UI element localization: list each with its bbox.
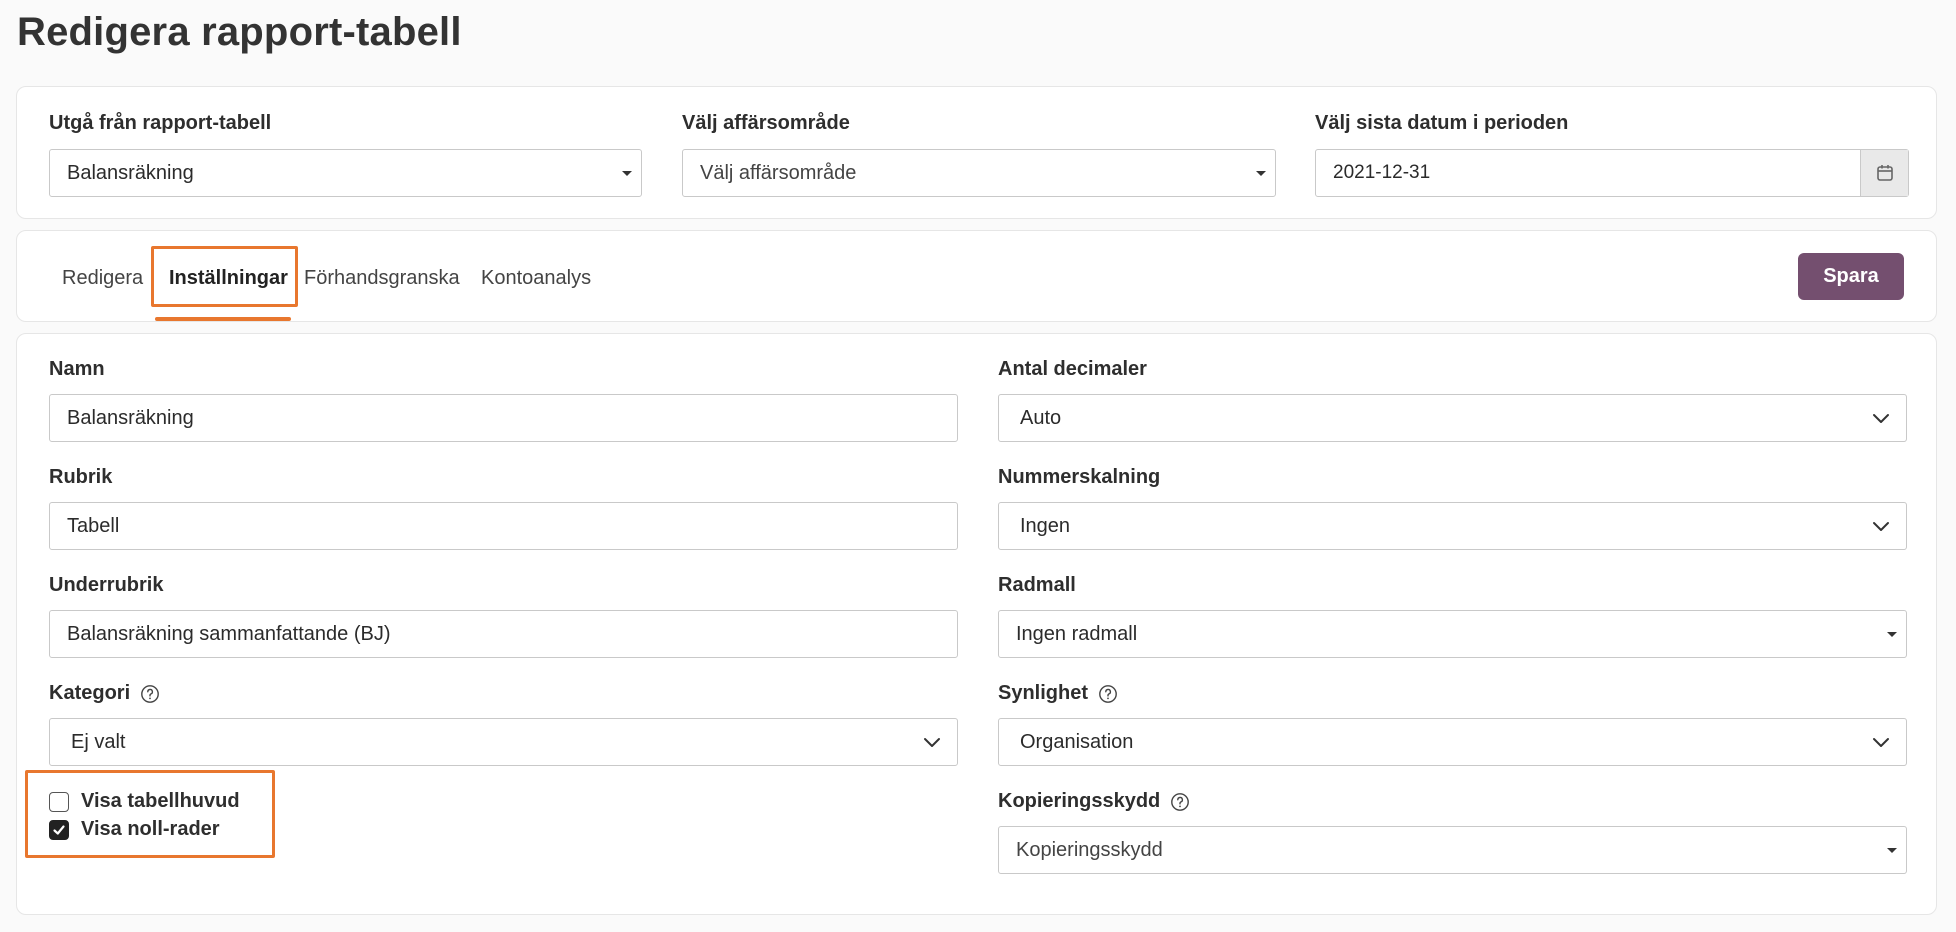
copy-protection-label: Kopieringsskydd: [998, 790, 1161, 812]
category-label: Kategori: [49, 682, 131, 704]
tab-highlight-box: [151, 246, 298, 307]
period-date-label: Välj sista datum i perioden: [1315, 112, 1569, 134]
chevron-down-icon: [1873, 738, 1889, 747]
settings-form-card: Namn Balansräkning Rubrik Tabell Underru…: [16, 333, 1937, 915]
help-circle-icon[interactable]: [1170, 792, 1190, 812]
business-area-label: Välj affärsområde: [682, 112, 850, 134]
subheading-field[interactable]: Balansräkning sammanfattande (BJ): [49, 610, 958, 658]
calendar-button[interactable]: [1860, 150, 1908, 196]
caret-down-icon: [1887, 847, 1897, 853]
caret-down-icon: [1256, 170, 1266, 176]
tabs-card: Redigera Inställningar Förhandsgranska K…: [16, 230, 1937, 322]
show-zero-rows-checkbox-row[interactable]: Visa noll-rader: [49, 818, 220, 841]
period-date-value: 2021-12-31: [1333, 162, 1431, 183]
chevron-down-icon: [1873, 414, 1889, 423]
scaling-value: Ingen: [1020, 514, 1071, 537]
row-template-value: Ingen radmall: [1016, 622, 1138, 645]
name-label: Namn: [49, 358, 105, 380]
save-button[interactable]: Spara: [1798, 253, 1904, 300]
visibility-value: Organisation: [1020, 730, 1134, 753]
decimals-value: Auto: [1020, 406, 1062, 429]
subheading-value: Balansräkning sammanfattande (BJ): [67, 622, 391, 645]
visibility-label: Synlighet: [998, 682, 1089, 704]
name-field[interactable]: Balansräkning: [49, 394, 958, 442]
checkmark-icon: [53, 824, 65, 835]
show-header-checkbox[interactable]: [49, 791, 69, 812]
name-value: Balansräkning: [67, 406, 194, 429]
subheading-label: Underrubrik: [49, 574, 164, 596]
page-title: Redigera rapport-tabell: [17, 10, 462, 54]
heading-label: Rubrik: [49, 466, 113, 488]
show-zero-rows-checkbox[interactable]: [49, 819, 69, 840]
category-label-row: Kategori: [49, 682, 160, 705]
chevron-down-icon: [1873, 522, 1889, 531]
caret-down-icon: [622, 170, 632, 176]
tab-forhandsgranska[interactable]: Förhandsgranska: [304, 265, 460, 291]
tab-kontoanalys[interactable]: Kontoanalys: [481, 265, 591, 291]
heading-field[interactable]: Tabell: [49, 502, 958, 550]
period-date-input[interactable]: 2021-12-31: [1315, 149, 1909, 197]
visibility-select[interactable]: Organisation: [998, 718, 1907, 766]
checkbox-highlight-box: [25, 770, 275, 858]
category-select[interactable]: Ej valt: [49, 718, 958, 766]
heading-value: Tabell: [67, 514, 120, 537]
active-tab-indicator: [155, 317, 291, 321]
calendar-icon: [1876, 165, 1893, 181]
business-area-select[interactable]: Välj affärsområde: [682, 149, 1276, 197]
help-circle-icon[interactable]: [140, 684, 160, 704]
show-header-checkbox-row[interactable]: Visa tabellhuvud: [49, 790, 240, 813]
copy-protection-select[interactable]: Kopieringsskydd: [998, 826, 1907, 874]
visibility-label-row: Synlighet: [998, 682, 1118, 705]
source-table-value: Balansräkning: [67, 161, 194, 184]
show-zero-rows-label: Visa noll-rader: [81, 818, 220, 840]
chevron-down-icon: [924, 738, 940, 747]
decimals-label: Antal decimaler: [998, 358, 1147, 380]
copy-protection-placeholder: Kopieringsskydd: [1016, 838, 1163, 861]
caret-down-icon: [1887, 631, 1897, 637]
show-header-label: Visa tabellhuvud: [81, 790, 240, 812]
source-table-label: Utgå från rapport-tabell: [49, 112, 272, 134]
category-value: Ej valt: [71, 730, 126, 753]
tab-redigera[interactable]: Redigera: [62, 265, 143, 291]
copy-protection-label-row: Kopieringsskydd: [998, 790, 1190, 813]
scaling-label: Nummerskalning: [998, 466, 1161, 488]
business-area-placeholder: Välj affärsområde: [700, 161, 857, 184]
source-table-select[interactable]: Balansräkning: [49, 149, 642, 197]
help-circle-icon[interactable]: [1098, 684, 1118, 704]
scaling-select[interactable]: Ingen: [998, 502, 1907, 550]
row-template-label: Radmall: [998, 574, 1076, 596]
report-source-card: Utgå från rapport-tabell Balansräkning V…: [16, 86, 1937, 219]
decimals-select[interactable]: Auto: [998, 394, 1907, 442]
row-template-select[interactable]: Ingen radmall: [998, 610, 1907, 658]
